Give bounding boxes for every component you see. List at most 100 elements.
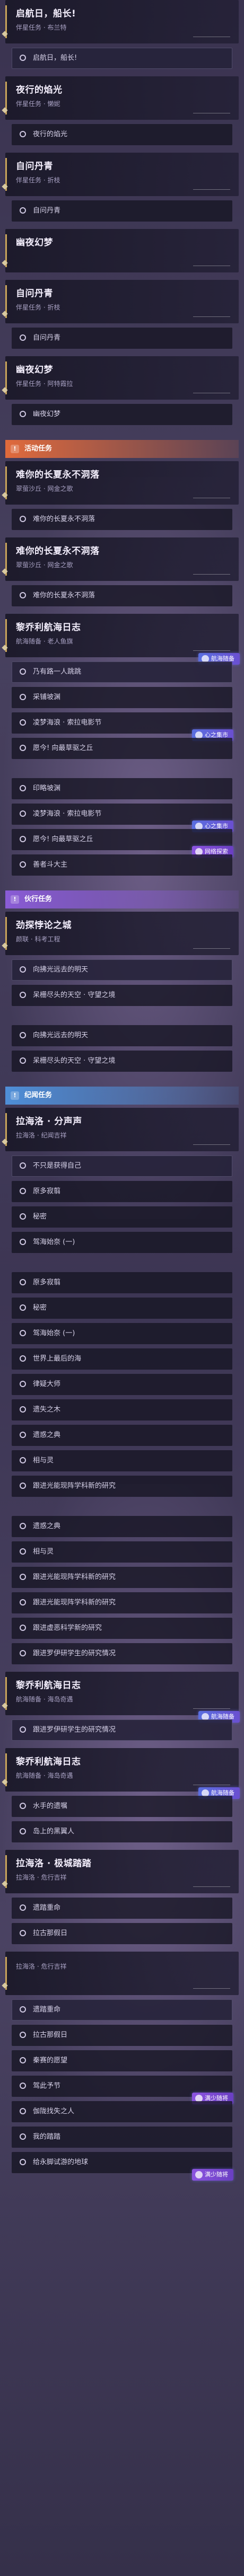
quest-header[interactable]: 拉海洛 · 极城踏踏 拉海洛 · 危行吉祥 [2, 1850, 239, 1893]
objective-row[interactable]: 岛上的黑翼人 [12, 1821, 232, 1842]
objective-row[interactable]: 秘密 [12, 1206, 232, 1228]
objective-row[interactable]: 律疑大师 [12, 1374, 232, 1395]
objective-row[interactable]: 难你的长夏永不洞落 [12, 509, 232, 530]
objective-row[interactable]: 难你的长夏永不洞落 [12, 585, 232, 606]
objective-label: 不只是获得自己 [33, 1162, 82, 1170]
objective-row[interactable]: 遗惑之典 [12, 1516, 232, 1537]
header-divider-line [193, 562, 230, 575]
objective-row[interactable]: 伽陇找失之人 [12, 2101, 232, 2122]
objective-row[interactable]: 呆栅尽头的天空 · 守望之境 [12, 1051, 232, 1072]
objective-row[interactable]: 秘密 [12, 1298, 232, 1319]
objective-row[interactable]: 遗失之木 [12, 1399, 232, 1421]
objective-row[interactable]: 不只是获得自己 [12, 1155, 232, 1177]
objective-label: 相与灵 [33, 1457, 54, 1465]
objective-row[interactable]: 夜行的焰光 [12, 124, 232, 145]
quest-header[interactable]: 拉海洛 · 危行吉祥 [2, 1952, 239, 1995]
objective-row[interactable]: 遗踏重命 [12, 1898, 232, 1919]
objective-row[interactable]: 跟进虚恶科学新的研究 [12, 1618, 232, 1639]
objective-row[interactable]: 遗踏重命 [12, 1999, 232, 2021]
quest-header[interactable]: 自问丹青 伴星任务 · 折枝 [2, 280, 239, 323]
objective-circle-icon [20, 1457, 26, 1463]
objective-row[interactable]: 印略坡渊 [12, 778, 232, 799]
objective-row[interactable]: 向拂光远去的明天 [12, 959, 232, 981]
quest-header[interactable]: 自问丹青 伴星任务 · 折枝 [2, 153, 239, 196]
objective-row[interactable]: 愿今! 向最草驱之丘 [12, 738, 232, 759]
quest-header[interactable]: 幽夜幻梦 [2, 229, 239, 272]
objective-circle-icon [20, 1381, 26, 1387]
objective-row[interactable]: 相与灵 [12, 1541, 232, 1563]
quest-header[interactable]: 黎乔利航海日志 航海随备 · 老人鱼旗 航海随备 [2, 614, 240, 665]
objective-row[interactable]: 向拂光远去的明天 [12, 1025, 232, 1046]
objective-row[interactable]: 乃有路一人跳跳 [12, 661, 232, 683]
objective-row[interactable]: 拉古那假日 [12, 2025, 232, 2046]
quest-header[interactable]: 夜行的焰光 伴星任务 · 懒妮 [2, 76, 239, 120]
quest-card: 劲探悖论之城 颜联 · 科考工程向拂光远去的明天 呆栅尽头的天空 · 守望之境 [0, 912, 244, 1013]
objective-row[interactable]: 跟进光能现阵学科新的研究 [12, 1476, 232, 1497]
objective-label: 印略坡渊 [33, 784, 61, 792]
objective-label: 遗踏重命 [33, 1904, 61, 1912]
objective-row[interactable]: 自问丹青 [12, 200, 232, 222]
objective-row[interactable]: 启航日，船长! [12, 48, 232, 69]
objective-row[interactable]: 驾此予节 满少随将 [12, 2076, 233, 2104]
quest-header[interactable]: 幽夜幻梦 伴星任务 · 阿特霞拉 [2, 356, 239, 400]
quest-card: 自问丹青 伴星任务 · 折枝自问丹青 [0, 153, 244, 229]
objective-row[interactable]: 原多寂翦 [12, 1181, 232, 1202]
quest-header[interactable]: 拉海洛 · 分声声 拉海洛 · 纪闻吉祥 [2, 1108, 239, 1151]
objective-row[interactable]: 秦赛的愿望 [12, 2050, 232, 2071]
quest-header[interactable]: 难你的长夏永不洞落 翠萤沙丘 · 网金之歌 [2, 537, 239, 581]
objective-row[interactable]: 跟进光能现阵学科新的研究 [12, 1567, 232, 1588]
objective-row[interactable]: 凌梦海浪 · 索拉电影节 心之集市 [12, 712, 233, 741]
category-header: ! 纪闻任务 [5, 1087, 239, 1105]
objective-label: 幽夜幻梦 [33, 410, 61, 418]
objective-row[interactable]: 拉古那假日 [12, 1923, 232, 1944]
objective-row[interactable]: 呆栅尽头的天空 · 守望之境 [12, 985, 232, 1006]
objective-label: 原多寂翦 [33, 1187, 61, 1195]
quest-card: 幽夜幻梦 伴星任务 · 阿特霞拉幽夜幻梦 [0, 356, 244, 433]
header-diamond-icon [2, 1702, 8, 1709]
quest-header[interactable]: 黎乔利航海日志 航海随备 · 海岛奇遇 航海随备 [2, 1672, 240, 1723]
objective-row[interactable]: 相与灵 [12, 1450, 232, 1471]
header-divider-line [193, 1773, 230, 1785]
quest-header[interactable]: 启航日，船长! 伴星任务 · 布兰特 [2, 0, 239, 43]
objective-label: 自问丹青 [33, 207, 61, 215]
quest-header[interactable]: 难你的长夏永不洞落 翠萤沙丘 · 网金之歌 [2, 461, 239, 505]
objective-row[interactable]: 世界上最后的海 [12, 1348, 232, 1370]
objective-row[interactable]: 遗惑之典 [12, 1425, 232, 1446]
objective-circle-icon [20, 2083, 26, 2089]
objective-circle-icon [20, 810, 26, 817]
objective-label: 律疑大师 [33, 1380, 61, 1388]
objective-row[interactable]: 跟进罗伊研学生的研究情况 [12, 1643, 232, 1664]
objective-row[interactable]: 凌梦海浪 · 索拉电影节 心之集市 [12, 804, 233, 832]
objective-row[interactable]: 采铺坡渊 [12, 687, 232, 708]
objective-row[interactable]: 水手的遗嘱 [12, 1796, 232, 1817]
objective-label: 夜行的焰光 [33, 130, 68, 138]
quest-header[interactable]: 黎乔利航海日志 航海随备 · 海岛奇遇 航海随备 [2, 1748, 240, 1799]
objective-row[interactable]: 原多寂翦 [12, 1272, 232, 1293]
objective-label: 给永脚试游的地球 [33, 2158, 89, 2166]
header-diamond-icon [2, 492, 8, 498]
objective-circle-icon [20, 1828, 26, 1834]
objective-row[interactable]: 善者斗大主 [12, 854, 232, 876]
quest-title: 黎乔利航海日志 [16, 622, 81, 633]
quest-card: 黎乔利航海日志 航海随备 · 海岛奇遇 航海随备 水手的遗嘱岛上的黑翼人 [0, 1748, 244, 1850]
objective-row[interactable]: 我的踏踏 [12, 2127, 232, 2148]
objective-circle-icon [20, 745, 26, 751]
objective-row[interactable]: 驾海始奈 (一) [12, 1232, 232, 1253]
objective-row[interactable]: 给永脚试游的地球 满少随将 [12, 2152, 233, 2181]
objective-row[interactable]: 愿今! 向最草驱之丘 网络探索 [12, 829, 233, 858]
objective-circle-icon [20, 1162, 26, 1169]
objective-row[interactable]: 跟进罗伊研学生的研究情况 [12, 1719, 232, 1741]
header-diamond-icon [2, 1881, 8, 1887]
quest-header[interactable]: 劲探悖论之城 颜联 · 科考工程 [2, 912, 239, 955]
objective-circle-icon [20, 1904, 26, 1911]
objective-label: 愿今! 向最草驱之丘 [33, 835, 93, 843]
objective-circle-icon [20, 694, 26, 700]
companion-icon: ! [11, 895, 19, 904]
objective-row[interactable]: 自问丹青 [12, 328, 232, 349]
objective-row[interactable]: 跟进光能现阵学科新的研究 [12, 1592, 232, 1613]
objective-row[interactable]: 幽夜幻梦 [12, 404, 232, 425]
objective-circle-icon [20, 1406, 26, 1413]
objective-circle-icon [20, 2108, 26, 2114]
objective-row[interactable]: 驾海始奈 (一) [12, 1323, 232, 1344]
